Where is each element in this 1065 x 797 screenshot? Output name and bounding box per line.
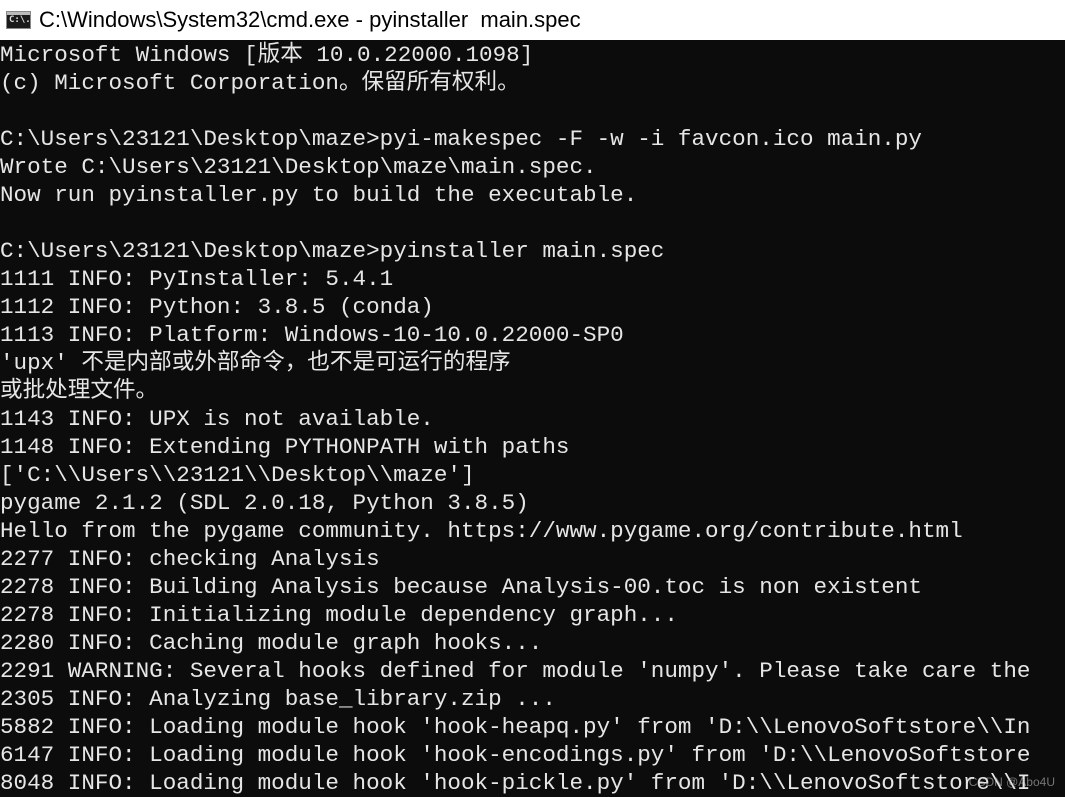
console-line: 6147 INFO: Loading module hook 'hook-enc… — [0, 742, 1031, 768]
console-line: 1112 INFO: Python: 3.8.5 (conda) — [0, 294, 434, 320]
console-line: ['C:\\Users\\23121\\Desktop\\maze'] — [0, 462, 475, 488]
console-line: 2278 INFO: Initializing module dependenc… — [0, 602, 678, 628]
title-bar[interactable]: C:\. C:\Windows\System32\cmd.exe - pyins… — [0, 0, 1065, 40]
console-line: C:\Users\23121\Desktop\maze>pyinstaller … — [0, 238, 665, 264]
console-line: 2305 INFO: Analyzing base_library.zip ..… — [0, 686, 556, 712]
console-line: Hello from the pygame community. https:/… — [0, 518, 963, 544]
console-line: 或批处理文件。 — [0, 378, 159, 404]
console-line: Now run pyinstaller.py to build the exec… — [0, 182, 638, 208]
console-line: 1113 INFO: Platform: Windows-10-10.0.220… — [0, 322, 624, 348]
console-line: Wrote C:\Users\23121\Desktop\maze\main.s… — [0, 154, 597, 180]
console-line: 2278 INFO: Building Analysis because Ana… — [0, 574, 922, 600]
window-title: C:\Windows\System32\cmd.exe - pyinstalle… — [39, 7, 581, 32]
console-line: Microsoft Windows [版本 10.0.22000.1098] — [0, 42, 534, 68]
console-line: C:\Users\23121\Desktop\maze>pyi-makespec… — [0, 126, 922, 152]
console-line: 2280 INFO: Caching module graph hooks... — [0, 630, 543, 656]
console-output[interactable]: Microsoft Windows [版本 10.0.22000.1098] (c… — [0, 41, 1065, 797]
console-line: (c) Microsoft Corporation。保留所有权利。 — [0, 70, 520, 96]
console-line: 2277 INFO: checking Analysis — [0, 546, 380, 572]
console-line: 1111 INFO: PyInstaller: 5.4.1 — [0, 266, 394, 292]
console-line: 8048 INFO: Loading module hook 'hook-pic… — [0, 770, 1031, 796]
cmd-icon[interactable]: C:\. — [6, 11, 31, 29]
watermark: CSDN @Abo4U — [968, 775, 1055, 789]
console-line: 1148 INFO: Extending PYTHONPATH with pat… — [0, 434, 570, 460]
console-line: pygame 2.1.2 (SDL 2.0.18, Python 3.8.5) — [0, 490, 529, 516]
console-line: 2291 WARNING: Several hooks defined for … — [0, 658, 1031, 684]
console-line: 1143 INFO: UPX is not available. — [0, 406, 434, 432]
console-line: 5882 INFO: Loading module hook 'hook-hea… — [0, 714, 1031, 740]
console-line: 'upx' 不是内部或外部命令，也不是可运行的程序 — [0, 350, 511, 376]
